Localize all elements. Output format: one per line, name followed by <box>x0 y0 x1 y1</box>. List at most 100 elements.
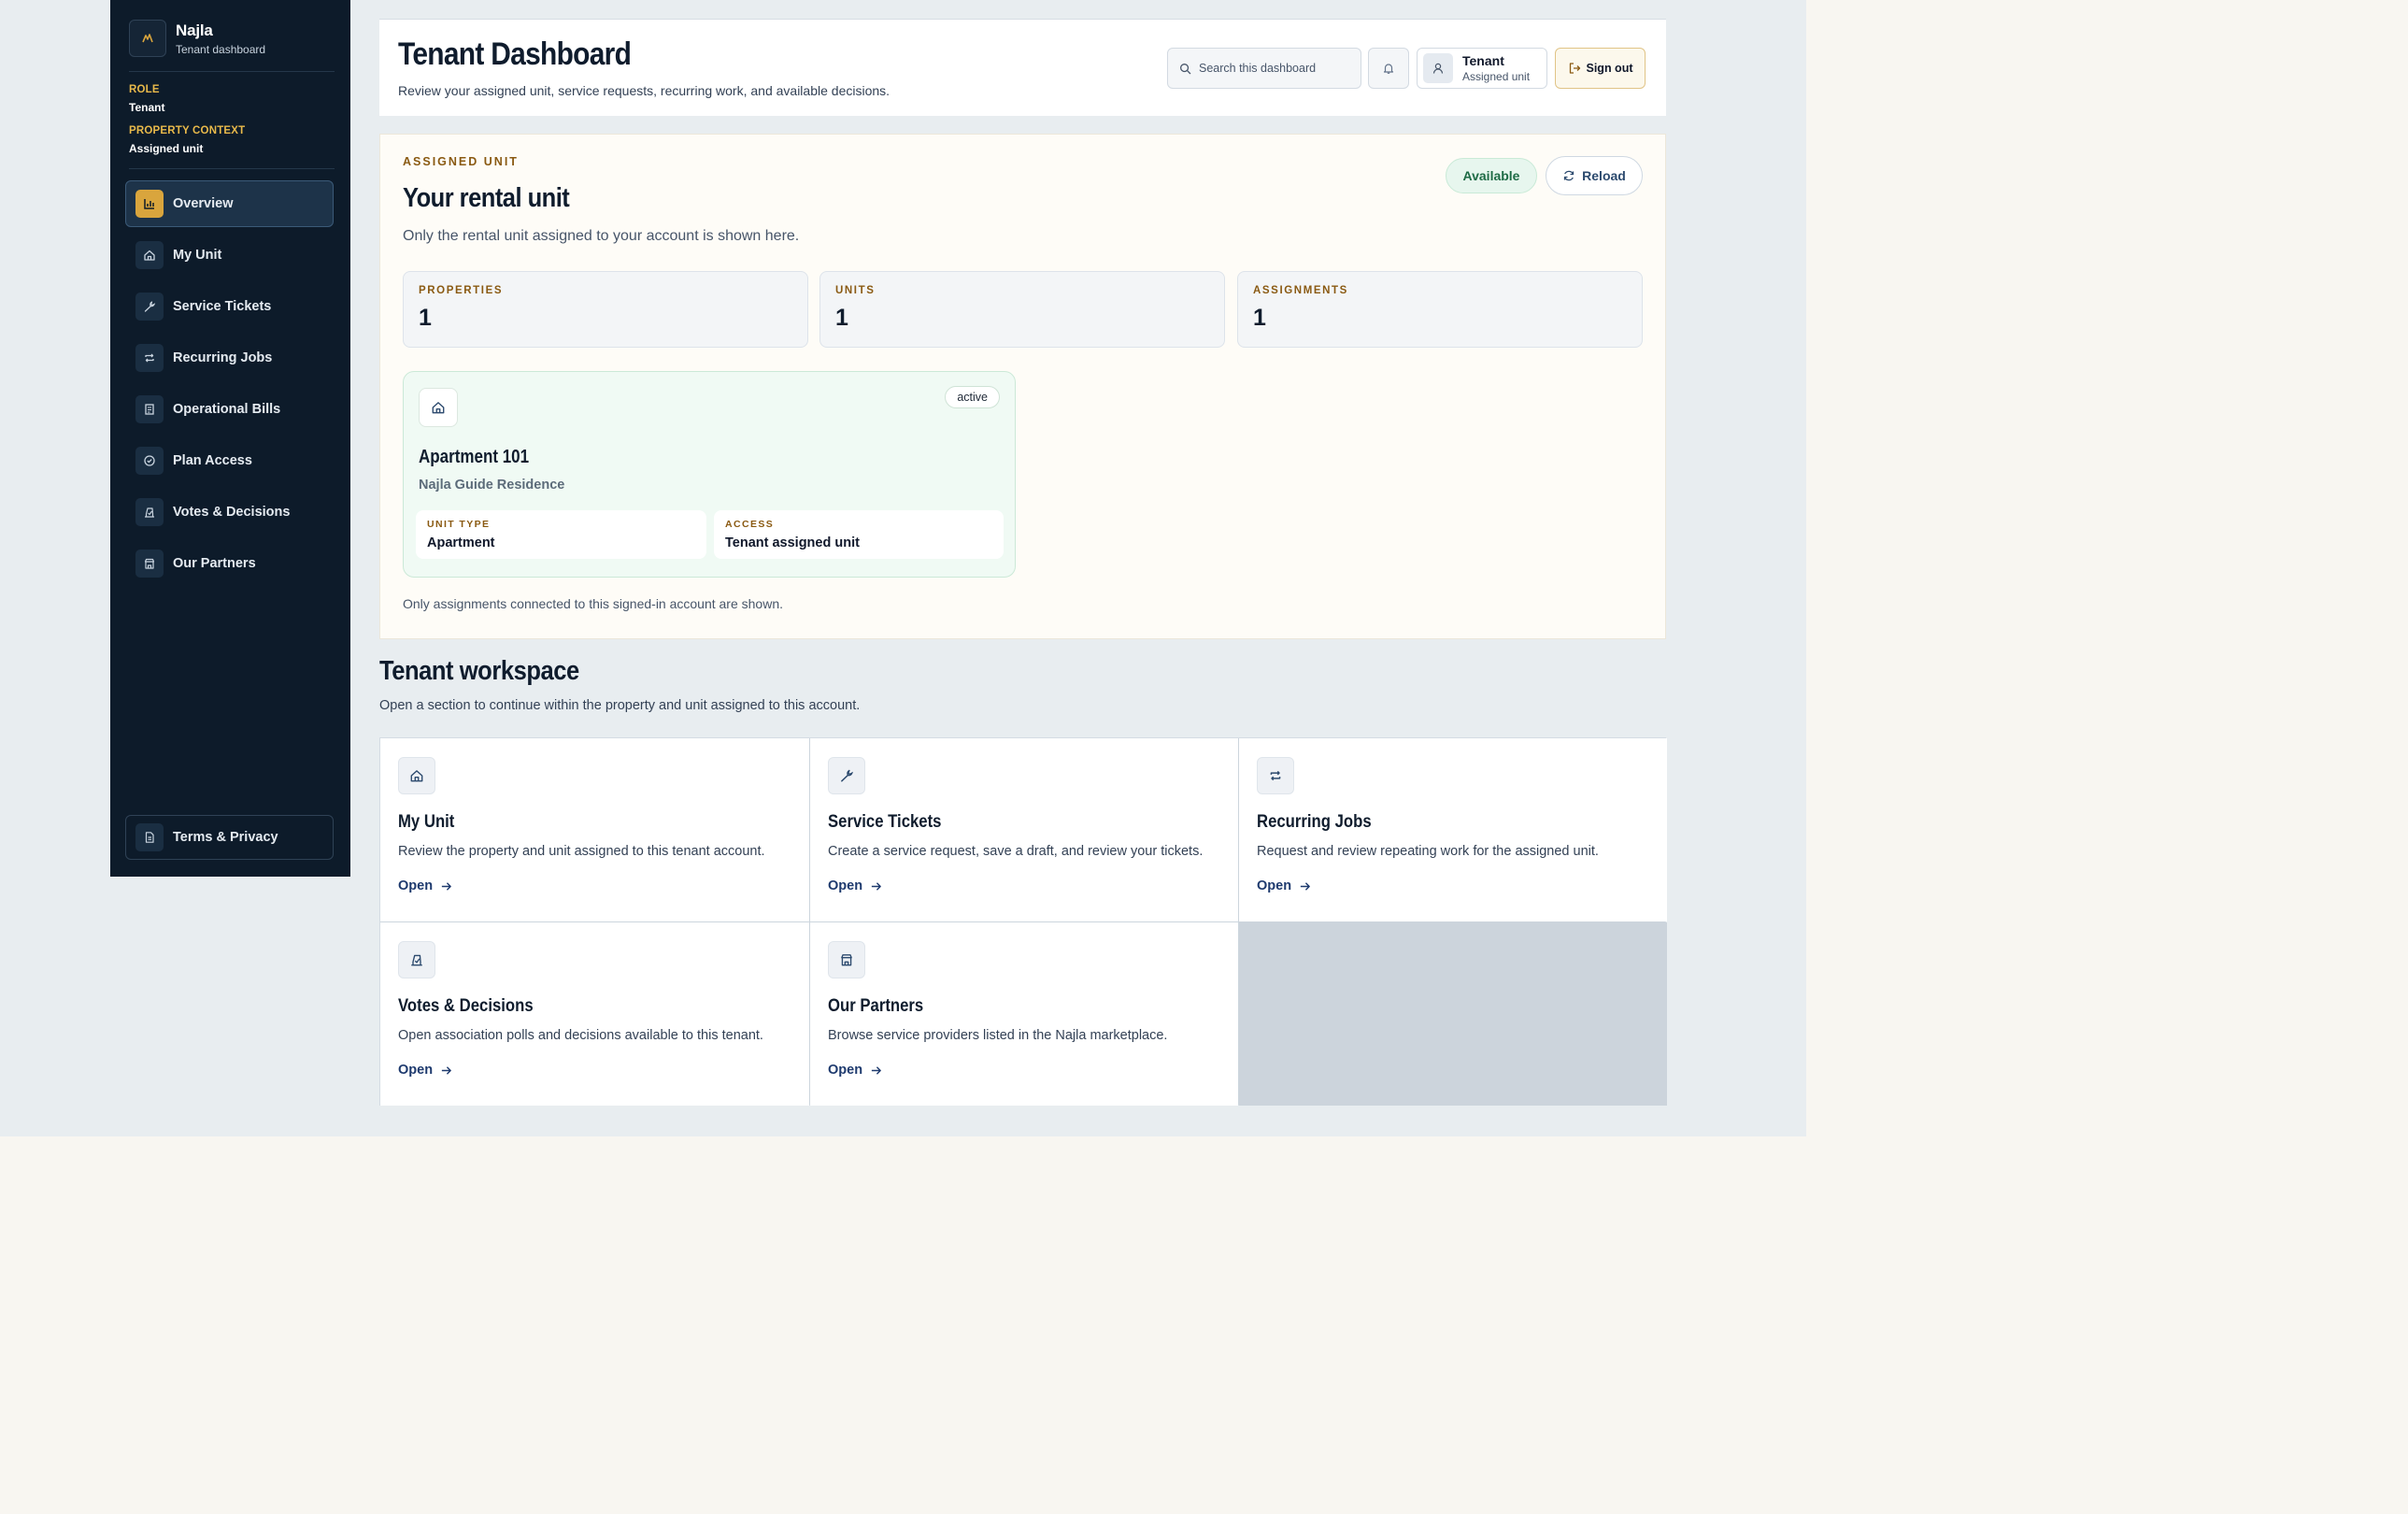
sign-out-icon <box>1569 63 1580 74</box>
unit-type-field: UNIT TYPE Apartment <box>416 510 706 559</box>
role-value: Tenant <box>129 101 165 114</box>
open-link[interactable]: Open <box>398 1063 452 1078</box>
sidebar-item-operational-bills[interactable]: Operational Bills <box>125 386 334 433</box>
workspace-tile-our-partners[interactable]: Our Partners Browse service providers li… <box>810 922 1238 1106</box>
sidebar-item-recurring-jobs[interactable]: Recurring Jobs <box>125 335 334 381</box>
document-icon <box>135 823 164 851</box>
access-value: Tenant assigned unit <box>725 536 860 550</box>
sidebar-item-plan-access[interactable]: Plan Access <box>125 437 334 484</box>
repeat-icon <box>1257 757 1294 794</box>
role-context: ROLE Tenant <box>129 84 164 114</box>
assigned-unit-card: ASSIGNED UNIT Your rental unit Only the … <box>379 134 1666 639</box>
sidebar-item-label: Overview <box>173 196 234 211</box>
refresh-icon <box>1564 170 1574 181</box>
apartment-card[interactable]: active Apartment 101 Najla Guide Residen… <box>403 371 1016 578</box>
sidebar-item-my-unit[interactable]: My Unit <box>125 232 334 279</box>
workspace-tile-empty <box>1239 922 1667 1106</box>
workspace-subtitle: Open a section to continue within the pr… <box>379 698 861 713</box>
unit-type-value: Apartment <box>427 536 495 550</box>
open-label: Open <box>398 878 434 893</box>
access-field: ACCESS Tenant assigned unit <box>714 510 1004 559</box>
notifications-button[interactable] <box>1368 48 1409 89</box>
page-subtitle: Review your assigned unit, service reque… <box>398 83 891 98</box>
sign-out-label: Sign out <box>1586 62 1633 75</box>
user-icon <box>1423 53 1453 83</box>
brand[interactable]: Najla Tenant dashboard <box>129 20 265 57</box>
repeat-icon <box>135 344 164 372</box>
sidebar-item-votes-decisions[interactable]: Votes & Decisions <box>125 489 334 536</box>
check-circle-icon <box>135 447 164 475</box>
workspace-tile-recurring-jobs[interactable]: Recurring Jobs Request and review repeat… <box>1239 738 1667 921</box>
sidebar: Najla Tenant dashboard ROLE Tenant PROPE… <box>110 0 350 877</box>
tile-title: Service Tickets <box>828 812 942 832</box>
role-label: ROLE <box>129 84 160 95</box>
sidebar-item-label: Service Tickets <box>173 299 272 314</box>
workspace-tile-my-unit[interactable]: My Unit Review the property and unit ass… <box>380 738 809 921</box>
unit-type-label: UNIT TYPE <box>427 519 491 530</box>
sidebar-item-label: Recurring Jobs <box>173 350 273 365</box>
open-link[interactable]: Open <box>398 878 452 893</box>
chart-icon <box>135 190 164 218</box>
tile-title: Recurring Jobs <box>1257 812 1372 832</box>
access-label: ACCESS <box>725 519 775 530</box>
reload-label: Reload <box>1582 168 1626 183</box>
user-subtitle: Assigned unit <box>1462 70 1531 83</box>
receipt-icon <box>135 395 164 423</box>
home-icon <box>135 241 164 269</box>
workspace-title: Tenant workspace <box>379 656 579 686</box>
open-label: Open <box>398 1063 434 1078</box>
property-context-label: PROPERTY CONTEXT <box>129 125 246 136</box>
arrow-right-icon <box>871 1065 881 1075</box>
stat-value: 1 <box>419 305 432 331</box>
brand-subtitle: Tenant dashboard <box>176 42 266 56</box>
section-eyebrow: ASSIGNED UNIT <box>403 155 519 168</box>
tile-title: Our Partners <box>828 996 924 1016</box>
open-label: Open <box>828 878 863 893</box>
sidebar-item-service-tickets[interactable]: Service Tickets <box>125 283 334 330</box>
sidebar-divider <box>129 71 335 72</box>
bell-icon <box>1383 64 1394 74</box>
tile-description: Open association polls and decisions ava… <box>398 1028 763 1043</box>
terms-privacy-label: Terms & Privacy <box>173 830 278 845</box>
search-icon <box>1180 63 1191 74</box>
reload-button[interactable]: Reload <box>1546 156 1643 195</box>
workspace-tile-votes-decisions[interactable]: Votes & Decisions Open association polls… <box>380 922 809 1106</box>
tile-description: Create a service request, save a draft, … <box>828 844 1204 859</box>
assignments-footnote: Only assignments connected to this signe… <box>403 596 784 611</box>
user-menu[interactable]: Tenant Assigned unit <box>1417 48 1547 89</box>
home-icon <box>419 388 458 427</box>
workspace-grid: My Unit Review the property and unit ass… <box>379 737 1667 1106</box>
stat-assignments: ASSIGNMENTS 1 <box>1237 271 1643 348</box>
sidebar-item-label: Operational Bills <box>173 402 281 417</box>
arrow-right-icon <box>871 881 881 891</box>
status-badge: Available <box>1446 158 1537 193</box>
sidebar-item-overview[interactable]: Overview <box>125 180 334 227</box>
open-link[interactable]: Open <box>828 1063 882 1078</box>
sidebar-item-label: Our Partners <box>173 556 256 571</box>
sidebar-item-label: My Unit <box>173 248 222 263</box>
sidebar-item-our-partners[interactable]: Our Partners <box>125 540 334 587</box>
store-icon <box>828 941 865 978</box>
page-header: Tenant Dashboard Review your assigned un… <box>379 19 1666 116</box>
sign-out-button[interactable]: Sign out <box>1555 48 1646 89</box>
search-placeholder: Search this dashboard <box>1199 62 1317 75</box>
open-link[interactable]: Open <box>828 878 882 893</box>
property-context-value: Assigned unit <box>129 142 204 155</box>
unit-title: Your rental unit <box>403 183 570 213</box>
tile-description: Review the property and unit assigned to… <box>398 844 765 859</box>
arrow-right-icon <box>441 1065 451 1075</box>
stat-label: UNITS <box>835 285 876 296</box>
open-link[interactable]: Open <box>1257 878 1311 893</box>
wrench-icon <box>828 757 865 794</box>
arrow-right-icon <box>441 881 451 891</box>
stat-value: 1 <box>1253 305 1266 331</box>
page-title: Tenant Dashboard <box>398 36 632 72</box>
tile-description: Request and review repeating work for th… <box>1257 844 1599 859</box>
search-input[interactable]: Search this dashboard <box>1167 48 1361 89</box>
ballot-icon <box>398 941 435 978</box>
terms-privacy-link[interactable]: Terms & Privacy <box>125 815 334 860</box>
ballot-icon <box>135 498 164 526</box>
workspace-tile-service-tickets[interactable]: Service Tickets Create a service request… <box>810 738 1238 921</box>
sidebar-nav: Overview My Unit Service Tickets Recurri… <box>125 180 334 592</box>
stat-value: 1 <box>835 305 848 331</box>
